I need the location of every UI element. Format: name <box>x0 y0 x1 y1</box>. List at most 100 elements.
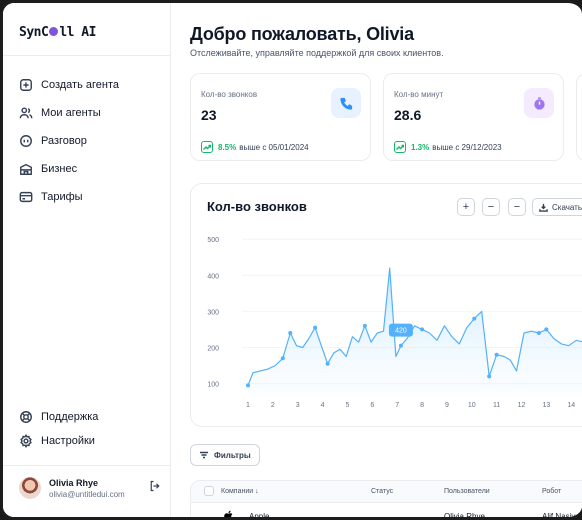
column-header-companies[interactable]: Компании ↓ <box>221 488 259 495</box>
sidebar-item-settings[interactable]: Настройки <box>19 429 98 453</box>
avatar <box>19 477 41 499</box>
gear-icon <box>20 434 32 448</box>
stat-trend-text: выше с 29/12/2023 <box>432 142 502 152</box>
select-all-checkbox[interactable] <box>204 486 214 496</box>
data-point <box>494 352 499 357</box>
user-email: olivia@untitledui.com <box>49 489 125 499</box>
stat-trend-text: выше с 05/01/2024 <box>239 142 309 152</box>
sidebar-item-my-agents[interactable]: Мои агенты <box>19 99 119 127</box>
y-tick-label: 500 <box>207 237 219 244</box>
cell-robot: Alif Nasiya <box>542 512 580 520</box>
y-tick-label: 400 <box>207 273 219 280</box>
stopwatch-icon <box>533 96 545 110</box>
sidebar-item-label: Разговор <box>41 135 87 147</box>
data-point <box>398 343 403 348</box>
stat-card-calls: Кол-во звонков 23 8.5% выше с 05/01/2024 <box>190 73 371 161</box>
phone-icon <box>339 97 352 110</box>
x-tick-label: 6 <box>370 402 374 409</box>
stat-trend: 8.5% выше с 05/01/2024 <box>201 141 309 153</box>
sidebar-item-business[interactable]: Бизнес <box>19 155 119 183</box>
stopwatch-icon-badge <box>524 88 554 118</box>
credit-card-icon <box>19 191 33 203</box>
sidebar-item-tariffs[interactable]: Тарифы <box>19 183 119 211</box>
series-area <box>248 268 582 398</box>
divider <box>3 465 171 466</box>
data-point <box>420 327 425 332</box>
y-tick-label: 200 <box>207 345 219 352</box>
sidebar-item-create-agent[interactable]: Создать агента <box>19 71 119 99</box>
trend-up-icon <box>201 141 213 153</box>
sidebar-item-support[interactable]: Поддержка <box>19 405 98 429</box>
x-tick-label: 11 <box>493 402 500 409</box>
plus-square-icon <box>20 79 32 91</box>
sidebar-item-label: Настройки <box>41 435 95 447</box>
divider <box>3 55 171 56</box>
page-subtitle: Отслеживайте, управляйте поддержкой для … <box>190 48 444 58</box>
x-tick-label: 8 <box>420 402 424 409</box>
data-point <box>472 316 477 321</box>
x-tick-label: 4 <box>321 402 325 409</box>
stat-value: 28.6 <box>394 107 422 123</box>
sidebar-item-label: Поддержка <box>41 411 99 423</box>
data-point <box>280 356 285 361</box>
filters-button[interactable]: Фильтры <box>190 444 260 466</box>
main-nav: Создать агента Мои агенты Разговор Бизне… <box>19 71 119 211</box>
calls-chart-card: Кол-во звонков + − − Скачать 100 200 300 40… <box>190 183 582 427</box>
data-point <box>362 323 367 328</box>
x-tick-label: 14 <box>567 402 575 409</box>
calls-area-chart: 1002003004005001 2 3 4 5 6 7 8 9 10 11 12 13 14420 <box>207 237 582 409</box>
column-header-status: Статус <box>371 488 394 495</box>
stat-label: Кол-во минут <box>394 90 444 99</box>
x-tick-label: 12 <box>518 402 526 409</box>
data-point <box>313 325 318 330</box>
x-tick-label: 5 <box>345 402 349 409</box>
column-header-users: Пользователи <box>444 488 490 495</box>
main-content: Добро пожаловать, Olivia Отслеживайте, у… <box>171 3 582 517</box>
data-point <box>544 327 549 332</box>
logout-icon <box>150 480 160 492</box>
sidebar: SynC ll AI Создать агента Мои агенты Разг… <box>3 3 171 517</box>
stat-value: 23 <box>201 107 217 123</box>
secondary-nav: Поддержка Настройки <box>19 405 98 453</box>
stat-label: Кол-во звонков <box>201 90 258 99</box>
table-header: Компании ↓ Статус Пользователи Робот <box>191 481 582 503</box>
data-point <box>288 331 293 336</box>
highlight-label: 420 <box>395 328 407 335</box>
app-frame: SynC ll AI Создать агента Мои агенты Разг… <box>0 0 582 520</box>
stat-trend: 1.3% выше с 29/12/2023 <box>394 141 502 153</box>
logout-button[interactable] <box>149 479 161 492</box>
sidebar-item-label: Создать агента <box>41 79 119 91</box>
brand-logo[interactable]: SynC ll AI <box>19 25 96 40</box>
user-profile[interactable]: Olivia Rhye olivia@untitledui.com <box>19 477 161 499</box>
phone-icon-badge <box>331 88 361 118</box>
sidebar-item-conversation[interactable]: Разговор <box>19 127 119 155</box>
stat-card-minutes: Кол-во минут 28.6 1.3% выше с 29/12/2023 <box>383 73 564 161</box>
sidebar-item-label: Бизнес <box>41 163 78 175</box>
stat-card-partial <box>576 73 582 161</box>
cell-user: Olivia Rhye <box>444 512 485 520</box>
filters-label: Фильтры <box>214 450 251 460</box>
stat-trend-pct: 8.5% <box>218 142 237 152</box>
stat-trend-pct: 1.3% <box>411 142 430 152</box>
support-icon <box>20 411 32 423</box>
users-icon <box>19 107 33 119</box>
companies-table: Компании ↓ Статус Пользователи Робот App… <box>190 480 582 520</box>
x-tick-label: 1 <box>246 402 250 409</box>
logo-dot <box>49 27 59 36</box>
x-tick-label: 10 <box>468 402 476 409</box>
x-tick-label: 13 <box>542 402 550 409</box>
building-icon <box>20 163 32 175</box>
cell-company[interactable]: Apple <box>249 512 269 517</box>
x-tick-label: 7 <box>395 402 399 409</box>
y-tick-label: 300 <box>207 309 219 316</box>
column-header-robot: Робот <box>542 488 562 495</box>
trend-up-icon <box>394 141 406 153</box>
user-name: Olivia Rhye <box>49 477 99 488</box>
data-point <box>536 331 541 336</box>
data-point <box>487 374 492 379</box>
filter-lines-icon <box>200 451 208 459</box>
page-title: Добро пожаловать, Olivia <box>190 24 414 44</box>
x-tick-label: 3 <box>296 402 300 409</box>
y-tick-label: 100 <box>207 382 219 389</box>
x-tick-label: 9 <box>445 402 449 409</box>
